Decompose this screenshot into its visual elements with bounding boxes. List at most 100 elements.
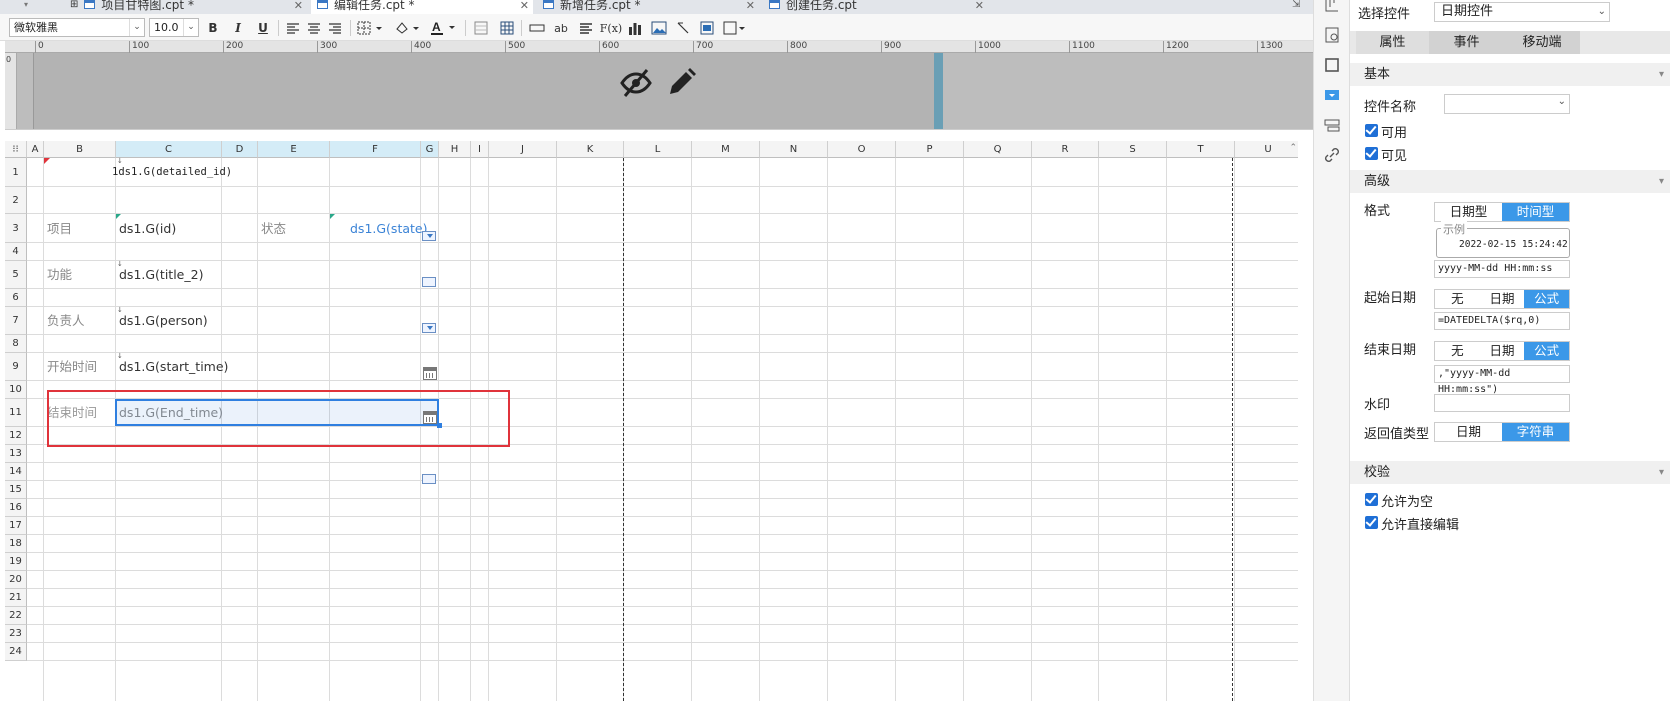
cell-c3[interactable]: ds1.G(id) bbox=[119, 214, 176, 243]
row-header[interactable]: 19 bbox=[5, 553, 27, 571]
frame-border-icon[interactable] bbox=[1324, 57, 1340, 73]
hyperlink-icon[interactable] bbox=[1324, 147, 1340, 163]
column-header[interactable]: H bbox=[439, 141, 471, 158]
fill-color-icon[interactable] bbox=[393, 19, 423, 37]
widget-type-select[interactable]: 日期控件 ⌄ bbox=[1434, 2, 1610, 22]
row-header[interactable]: 20 bbox=[5, 571, 27, 589]
slash-icon[interactable] bbox=[674, 19, 692, 37]
close-icon[interactable]: ✕ bbox=[520, 0, 529, 12]
end-date-formula-input[interactable]: ,"yyyy-MM-dd HH:mm:ss") bbox=[1434, 365, 1570, 395]
row-header[interactable]: 2 bbox=[5, 187, 27, 214]
subreport-icon[interactable] bbox=[698, 19, 716, 37]
widget-name-input[interactable]: ⌄ bbox=[1444, 94, 1570, 114]
close-icon[interactable]: ✕ bbox=[746, 0, 755, 12]
column-header[interactable]: A bbox=[27, 141, 44, 158]
tab-edit-task[interactable]: 编辑任务.cpt * ✕ bbox=[311, 0, 533, 14]
enabled-checkbox[interactable] bbox=[1365, 124, 1378, 137]
allow-empty-checkbox[interactable] bbox=[1365, 493, 1378, 506]
tab-create-task[interactable]: 创建任务.cpt ✕ bbox=[763, 0, 988, 14]
align-center-icon[interactable] bbox=[305, 19, 323, 37]
end-date-option-none[interactable]: 无 bbox=[1435, 342, 1480, 360]
column-header[interactable]: L bbox=[624, 141, 692, 158]
column-header[interactable]: T bbox=[1167, 141, 1235, 158]
column-header[interactable]: Q bbox=[964, 141, 1032, 158]
cell-element-icon[interactable] bbox=[1324, 27, 1340, 43]
bar-chart-icon[interactable] bbox=[626, 19, 644, 37]
column-header[interactable]: F bbox=[330, 141, 421, 158]
condition-icon[interactable] bbox=[1324, 117, 1340, 133]
tab-add-task[interactable]: 新增任务.cpt * ✕ bbox=[537, 0, 759, 14]
cell-e3[interactable]: 状态 bbox=[261, 214, 286, 243]
end-date-option-formula[interactable]: 公式 bbox=[1524, 342, 1570, 360]
return-type-option-string[interactable]: 字符串 bbox=[1502, 423, 1569, 441]
column-header[interactable]: P bbox=[896, 141, 964, 158]
row-header[interactable]: 22 bbox=[5, 607, 27, 625]
format-pattern-input[interactable]: yyyy-MM-dd HH:mm:ss bbox=[1434, 260, 1570, 278]
cell-b9[interactable]: 开始时间 bbox=[47, 353, 97, 381]
text-element-button[interactable]: ab bbox=[552, 19, 570, 37]
row-header[interactable]: 11 bbox=[5, 399, 27, 427]
row-header[interactable]: 13 bbox=[5, 445, 27, 463]
section-basic[interactable]: 基本 ▾ bbox=[1350, 63, 1670, 86]
row-header[interactable]: 15 bbox=[5, 481, 27, 499]
row-header[interactable]: 18 bbox=[5, 535, 27, 553]
column-header[interactable]: M bbox=[692, 141, 760, 158]
row-header[interactable]: 7 bbox=[5, 307, 27, 335]
select-all-corner[interactable]: ⁝⁝ bbox=[5, 141, 27, 158]
parameter-canvas[interactable] bbox=[33, 53, 937, 129]
insert-cell-icon[interactable] bbox=[528, 19, 546, 37]
pane-divider[interactable] bbox=[5, 129, 1313, 141]
watermark-input[interactable] bbox=[1434, 394, 1570, 412]
font-color-icon[interactable]: A bbox=[429, 19, 459, 37]
row-header[interactable]: 14 bbox=[5, 463, 27, 481]
column-header[interactable]: K bbox=[557, 141, 624, 158]
cell-b5[interactable]: 功能 bbox=[47, 261, 72, 289]
row-header[interactable]: 16 bbox=[5, 499, 27, 517]
pencil-icon[interactable] bbox=[664, 66, 698, 100]
row-header[interactable]: 9 bbox=[5, 353, 27, 381]
widget-settings-icon[interactable] bbox=[1324, 87, 1340, 103]
tab-gantt[interactable]: ⊞ 项目甘特图.cpt * ✕ bbox=[64, 0, 307, 14]
image-icon[interactable] bbox=[650, 19, 668, 37]
cell-c1[interactable]: 1ds1.G(detailed_id) bbox=[112, 158, 232, 187]
section-validation[interactable]: 校验 ▾ bbox=[1350, 461, 1670, 484]
align-right-icon[interactable] bbox=[326, 19, 344, 37]
cell-b7[interactable]: 负责人 bbox=[47, 307, 85, 335]
column-header[interactable]: G bbox=[421, 141, 439, 158]
tab-mobile[interactable]: 移动端 bbox=[1504, 31, 1580, 54]
row-header[interactable]: 10 bbox=[5, 381, 27, 399]
close-icon[interactable]: ✕ bbox=[294, 0, 303, 12]
column-header[interactable]: E bbox=[258, 141, 330, 158]
font-family-select[interactable]: 微软雅黑 ⌄ bbox=[9, 18, 145, 37]
frame-icon[interactable] bbox=[722, 19, 748, 37]
tab-events[interactable]: 事件 bbox=[1429, 31, 1504, 54]
close-icon[interactable]: ✕ bbox=[975, 0, 984, 12]
paragraph-icon[interactable] bbox=[577, 19, 595, 37]
start-date-option-date[interactable]: 日期 bbox=[1479, 290, 1525, 308]
cell-attribute-icon[interactable] bbox=[1324, 0, 1340, 12]
row-header[interactable]: 1 bbox=[5, 158, 27, 187]
start-date-option-none[interactable]: 无 bbox=[1435, 290, 1480, 308]
visible-checkbox[interactable] bbox=[1365, 147, 1378, 160]
column-header[interactable]: B bbox=[44, 141, 116, 158]
tab-overflow[interactable]: ▾ bbox=[0, 0, 60, 14]
border-icon[interactable] bbox=[356, 19, 386, 37]
column-header[interactable]: S bbox=[1099, 141, 1167, 158]
end-date-option-date[interactable]: 日期 bbox=[1479, 342, 1525, 360]
column-header[interactable]: R bbox=[1032, 141, 1099, 158]
table-icon[interactable] bbox=[498, 19, 516, 37]
eye-off-icon[interactable] bbox=[620, 67, 652, 99]
row-header[interactable]: 3 bbox=[5, 214, 27, 243]
row-header[interactable]: 5 bbox=[5, 261, 27, 289]
section-advanced[interactable]: 高级 ▾ bbox=[1350, 170, 1670, 193]
row-header[interactable]: 17 bbox=[5, 517, 27, 535]
column-header[interactable]: J bbox=[489, 141, 557, 158]
row-header[interactable]: 24 bbox=[5, 643, 27, 661]
row-header[interactable]: 12 bbox=[5, 427, 27, 445]
cell-c5[interactable]: ds1.G(title_2) bbox=[119, 261, 203, 289]
row-header[interactable]: 23 bbox=[5, 625, 27, 643]
start-date-option-formula[interactable]: 公式 bbox=[1524, 290, 1570, 308]
font-size-select[interactable]: 10.0 ⌄ bbox=[149, 18, 199, 37]
align-left-icon[interactable] bbox=[284, 19, 302, 37]
underline-button[interactable]: U bbox=[254, 19, 272, 37]
